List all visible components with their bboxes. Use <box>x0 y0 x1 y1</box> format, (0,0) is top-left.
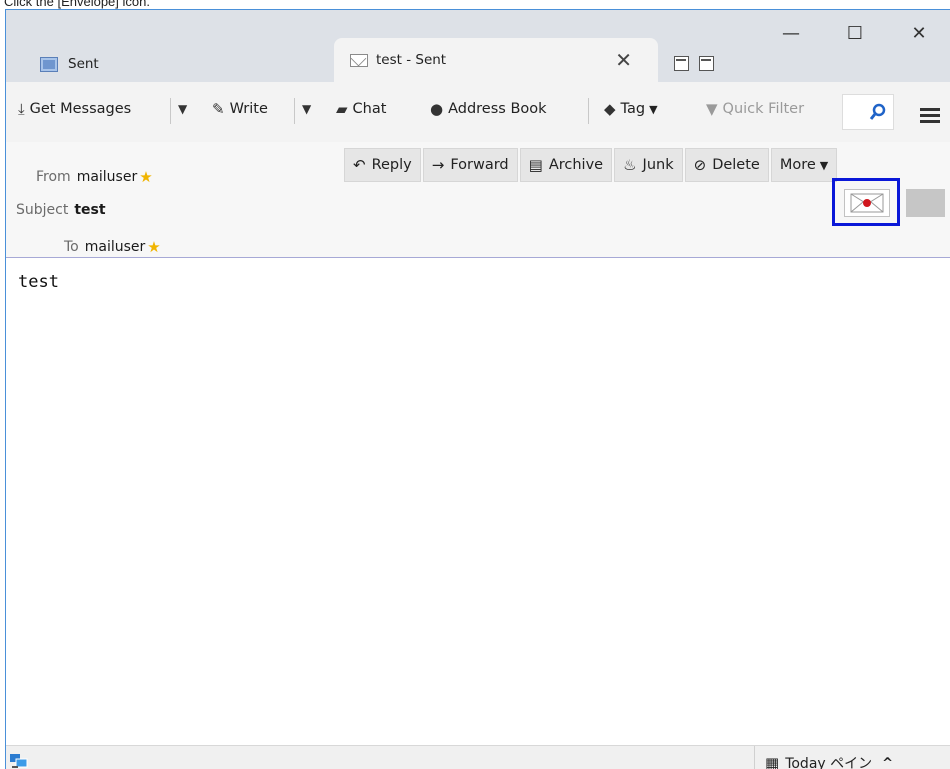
to-row: To mailuser ★ <box>64 238 161 256</box>
from-row: From mailuser ★ <box>36 168 153 186</box>
envelope-icon <box>350 53 368 67</box>
tag-button[interactable]: ◆ Tag ▼ <box>604 100 658 118</box>
main-toolbar: ⤓ Get Messages ▼ ✎ Write ▼ ▰ Chat ● Addr… <box>6 82 950 142</box>
subject-row: Subject test <box>16 202 106 218</box>
junk-button[interactable]: ♨ Junk <box>614 148 683 182</box>
instruction-text: Click the [Envelope] icon. <box>4 0 150 9</box>
tab-test-sent[interactable]: test - Sent ✕ <box>334 38 658 82</box>
chat-bubble-icon: ▰ <box>336 100 348 118</box>
today-pane-toggle[interactable]: ▦ Today ペイン ^ <box>754 746 893 769</box>
chat-label: Chat <box>352 101 387 117</box>
title-bar: Sent test - Sent ✕ — ☐ ✕ <box>6 10 950 82</box>
download-icon: ⤓ <box>18 100 25 118</box>
tag-dropdown-icon: ▼ <box>649 102 658 116</box>
person-icon: ● <box>430 100 444 118</box>
thunderbird-window: Sent test - Sent ✕ — ☐ ✕ ⤓ Get Messages … <box>5 9 950 769</box>
address-book-button[interactable]: ● Address Book <box>430 100 547 118</box>
quick-filter-label: Quick Filter <box>722 101 805 117</box>
target-highlight-box <box>832 178 900 226</box>
from-value[interactable]: mailuser <box>77 169 138 185</box>
get-messages-label: Get Messages <box>29 101 132 117</box>
from-label: From <box>36 169 71 185</box>
junk-label: Junk <box>642 157 674 173</box>
message-actions: ↶ Reply → Forward ▤ Archive ♨ Junk ⊘ Del… <box>344 148 839 182</box>
delete-label: Delete <box>712 157 760 173</box>
subject-label: Subject <box>16 202 69 218</box>
reply-arrow-icon: ↶ <box>353 156 366 174</box>
address-book-label: Address Book <box>448 101 547 117</box>
tab-sent-label: Sent <box>68 56 99 72</box>
reply-button[interactable]: ↶ Reply <box>344 148 421 182</box>
minimize-button[interactable]: — <box>759 18 823 48</box>
quick-filter-button[interactable]: ▼ Quick Filter <box>706 100 804 118</box>
maximize-button[interactable]: ☐ <box>823 18 887 48</box>
close-button[interactable]: ✕ <box>887 18 950 48</box>
tag-icon: ◆ <box>604 100 616 118</box>
to-value[interactable]: mailuser <box>85 239 146 255</box>
get-messages-dropdown[interactable]: ▼ <box>178 102 187 116</box>
forward-button[interactable]: → Forward <box>422 148 518 182</box>
hamburger-menu-icon[interactable] <box>920 108 940 126</box>
to-label: To <box>64 239 79 255</box>
tasks-icon[interactable] <box>699 56 714 71</box>
archive-label: Archive <box>548 157 604 173</box>
write-button[interactable]: ✎ Write <box>212 100 268 118</box>
delete-button[interactable]: ⊘ Delete <box>684 148 769 182</box>
tab-sent[interactable]: Sent <box>40 46 99 82</box>
online-status-icon[interactable] <box>10 754 28 769</box>
write-label: Write <box>229 101 268 117</box>
forward-arrow-icon: → <box>431 156 445 174</box>
subject-value: test <box>74 202 106 218</box>
status-bar: ▦ Today ペイン ^ <box>6 745 950 769</box>
more-label: More <box>779 157 816 173</box>
reply-label: Reply <box>371 157 412 173</box>
archive-box-icon: ▤ <box>528 156 543 174</box>
folder-icon <box>40 56 58 72</box>
header-scrollbar <box>906 189 945 217</box>
more-button[interactable]: More ▼ <box>770 148 838 182</box>
delete-circle-icon: ⊘ <box>693 156 707 174</box>
search-input[interactable] <box>842 94 894 130</box>
calendar-icon[interactable] <box>674 56 689 71</box>
pencil-icon: ✎ <box>212 100 225 118</box>
message-body: test <box>18 272 59 292</box>
search-icon <box>869 103 886 120</box>
message-header: From mailuser ★ Subject test To mailuser… <box>6 142 950 258</box>
funnel-icon: ▼ <box>706 100 718 118</box>
tag-label: Tag <box>620 101 646 117</box>
write-dropdown[interactable]: ▼ <box>302 102 311 116</box>
star-icon[interactable]: ★ <box>147 238 160 256</box>
flame-icon: ♨ <box>623 156 637 174</box>
get-messages-button[interactable]: ⤓ Get Messages <box>18 100 131 118</box>
chevron-down-icon: ▼ <box>819 158 829 172</box>
star-icon[interactable]: ★ <box>139 168 152 186</box>
calendar-icons <box>674 56 714 71</box>
chat-button[interactable]: ▰ Chat <box>336 100 386 118</box>
calendar-icon: ▦ <box>765 754 780 769</box>
forward-label: Forward <box>450 157 509 173</box>
archive-button[interactable]: ▤ Archive <box>519 148 613 182</box>
chevron-up-icon: ^ <box>882 755 894 769</box>
today-pane-label: Today ペイン <box>785 756 873 769</box>
tab-close-icon[interactable]: ✕ <box>615 50 632 70</box>
tab-test-label: test - Sent <box>376 52 447 68</box>
window-controls: — ☐ ✕ <box>759 18 950 48</box>
